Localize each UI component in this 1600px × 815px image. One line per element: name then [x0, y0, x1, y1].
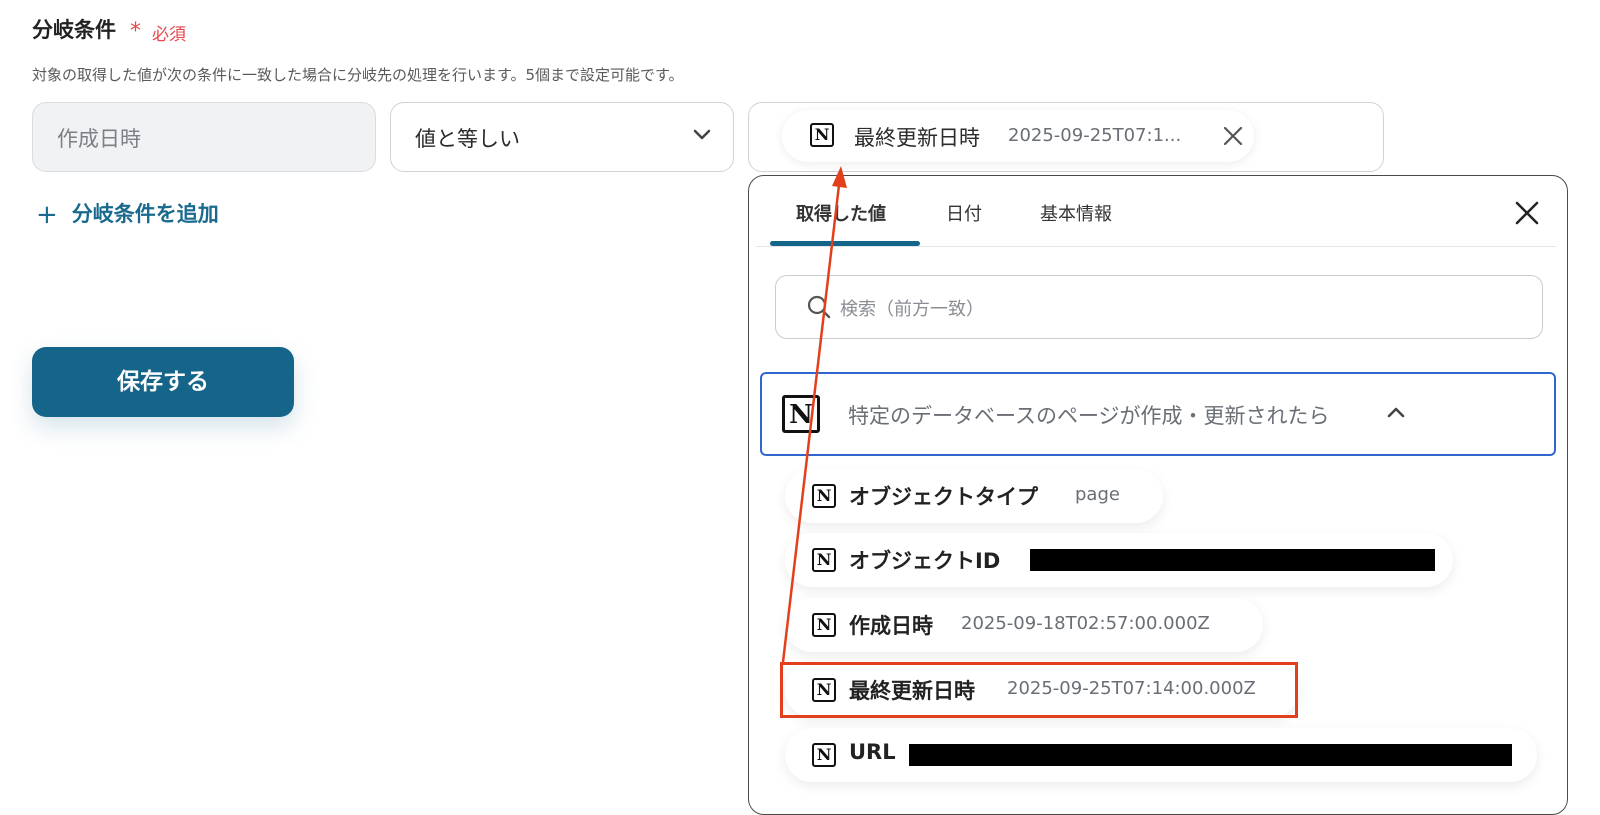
notion-icon: N	[812, 548, 836, 572]
condition-field-select[interactable]: 作成日時	[32, 102, 376, 172]
section-description: 対象の取得した値が次の条件に一致した場合に分岐先の処理を行います。5個まで設定可…	[32, 66, 684, 84]
chip-value: 2025-09-25T07:1...	[1008, 125, 1182, 146]
tab-basic-info[interactable]: 基本情報	[1040, 200, 1112, 226]
tab-obtained-values[interactable]: 取得した値	[796, 200, 886, 226]
search-input[interactable]: 検索（前方一致）	[775, 275, 1543, 339]
notion-icon: N	[782, 395, 820, 433]
add-condition-button[interactable]: + 分岐条件を追加	[36, 198, 219, 230]
chevron-down-icon	[693, 129, 711, 140]
operator-value: 値と等しい	[415, 127, 520, 151]
notion-icon: N	[812, 613, 836, 637]
section-title: 分岐条件	[32, 18, 116, 42]
tab-divider	[756, 246, 1556, 247]
notion-icon: N	[810, 123, 834, 147]
item-value: 2025-09-18T02:57:00.000Z	[961, 613, 1210, 634]
chevron-up-icon	[1387, 407, 1405, 418]
operator-select[interactable]: 値と等しい	[390, 102, 734, 172]
notion-icon: N	[812, 484, 836, 508]
required-label: 必須	[152, 25, 186, 45]
item-label: URL	[849, 740, 896, 764]
list-item-url[interactable]: N URL	[785, 728, 1537, 782]
tab-date[interactable]: 日付	[946, 200, 982, 226]
annotation-highlight-box	[780, 662, 1298, 718]
chip-remove-icon[interactable]	[1222, 125, 1244, 147]
redacted-value	[1030, 549, 1435, 571]
plus-icon: +	[36, 200, 58, 230]
close-icon[interactable]	[1514, 200, 1540, 226]
search-placeholder: 検索（前方一致）	[840, 299, 984, 320]
item-label: オブジェクトID	[849, 549, 1001, 573]
search-icon	[807, 295, 831, 319]
item-label: オブジェクトタイプ	[849, 485, 1038, 509]
save-button[interactable]: 保存する	[32, 347, 294, 417]
item-value: page	[1075, 484, 1120, 505]
list-item-created-time[interactable]: N 作成日時 2025-09-18T02:57:00.000Z	[785, 598, 1263, 652]
add-condition-label: 分岐条件を追加	[71, 202, 219, 226]
redacted-value	[909, 744, 1512, 766]
required-star: *	[130, 19, 141, 44]
trigger-group-header[interactable]: N 特定のデータベースのページが作成・更新されたら	[760, 372, 1556, 456]
list-item-object-id[interactable]: N オブジェクトID	[785, 533, 1453, 587]
selected-value-chip[interactable]: N 最終更新日時 2025-09-25T07:1...	[782, 110, 1254, 162]
chip-label: 最終更新日時	[854, 126, 980, 150]
group-title: 特定のデータベースのページが作成・更新されたら	[848, 404, 1330, 428]
item-label: 作成日時	[849, 614, 933, 638]
list-item-object-type[interactable]: N オブジェクトタイプ page	[785, 469, 1163, 523]
notion-icon: N	[812, 743, 836, 767]
active-tab-indicator	[770, 241, 920, 246]
condition-field-value: 作成日時	[57, 127, 141, 151]
